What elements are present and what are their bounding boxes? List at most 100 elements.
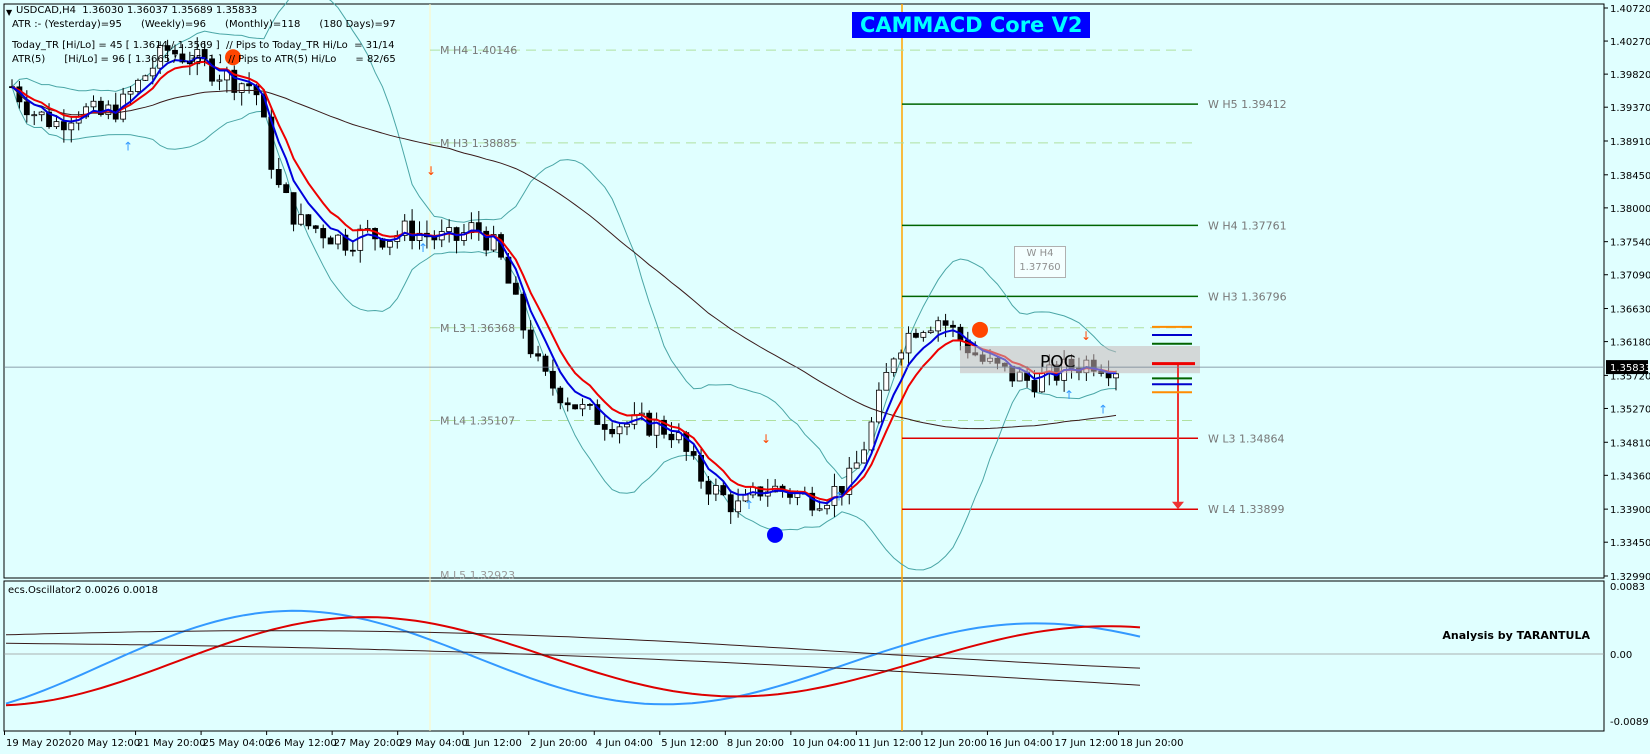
candle-body <box>246 83 253 87</box>
candle-body <box>1113 373 1119 379</box>
time-tick-label: 16 Jun 04:00 <box>989 738 1053 749</box>
candle-body <box>1016 371 1023 382</box>
candle-body <box>712 485 719 495</box>
price-tick-label: 1.37540 <box>1610 238 1650 249</box>
price-tick-label: 1.35270 <box>1610 404 1650 415</box>
time-tick-label: 2 Jun 20:00 <box>530 738 587 749</box>
candle-body <box>557 387 564 404</box>
candle-body <box>875 389 882 423</box>
candle-body <box>283 184 290 194</box>
buy-arrow-icon: ↑ <box>1098 403 1108 417</box>
price-tick-label: 1.34810 <box>1610 438 1650 449</box>
oscillator-label: ecs.Oscillator2 0.0026 0.0018 <box>8 585 158 596</box>
pivot-label: W L4 1.33899 <box>1208 503 1284 516</box>
candle-body <box>913 332 919 338</box>
time-tick-label: 20 May 12:00 <box>72 738 141 749</box>
oscillator-tick-label: 0.00 <box>1610 650 1632 661</box>
candle-body <box>542 355 549 372</box>
oscillator-tick-label: 0.0083 <box>1610 582 1645 593</box>
price-tick-label: 1.37090 <box>1610 271 1650 282</box>
pivot-label: W L3 1.34864 <box>1208 432 1284 445</box>
buy-arrow-icon: ↑ <box>123 140 133 154</box>
current-price-label: 1.35833 <box>1610 363 1650 374</box>
candle-body <box>609 429 616 435</box>
candle-body <box>816 508 823 511</box>
candle-body <box>861 449 867 464</box>
time-tick-label: 4 Jun 04:00 <box>596 738 653 749</box>
candle-body <box>386 241 393 248</box>
candle-body <box>216 79 223 82</box>
symbol-info: USDCAD,H4 1.36030 1.36037 1.35689 1.3583… <box>16 5 258 16</box>
candle-body <box>512 282 519 295</box>
price-tick-label: 1.38450 <box>1610 171 1650 182</box>
time-tick-label: 25 May 04:00 <box>203 738 272 749</box>
candle-body <box>327 237 334 245</box>
price-tick-label: 1.38910 <box>1610 137 1650 148</box>
candle-body <box>920 332 927 338</box>
candle-body <box>38 111 45 116</box>
candle-body <box>446 227 453 232</box>
candle-body <box>616 426 623 435</box>
time-tick-label: 17 Jun 12:00 <box>1054 738 1118 749</box>
pivot-label: M L4 1.35107 <box>440 414 515 427</box>
candle-body <box>883 371 890 391</box>
time-tick-label: 27 May 20:00 <box>334 738 403 749</box>
candle-body <box>90 100 97 108</box>
candle-body <box>942 320 949 326</box>
candle-body <box>335 234 341 245</box>
time-tick-label: 19 May 2020 <box>6 738 71 749</box>
candle-body <box>668 433 675 441</box>
candle-body <box>905 332 912 354</box>
buy-arrow-icon: ↑ <box>418 241 428 255</box>
pivot-label: W H4 1.37761 <box>1208 219 1287 232</box>
candle-body <box>690 451 697 456</box>
candle-body <box>290 192 297 225</box>
chart-canvas[interactable]: M H4 1.40146 M H3 1.38885 M L3 1.36368 M L4… <box>0 0 1650 754</box>
candle-body <box>31 114 38 117</box>
candle-body <box>305 214 312 227</box>
price-tick-label: 1.36180 <box>1610 338 1650 349</box>
candle-body <box>1105 373 1112 379</box>
time-tick-label: 12 Jun 20:00 <box>923 738 987 749</box>
chart-menu-icon[interactable]: ▼ <box>6 8 12 17</box>
candle-body <box>238 83 245 93</box>
candle-body <box>587 404 593 406</box>
price-tick-label: 1.34360 <box>1610 471 1650 482</box>
time-tick-label: 10 Jun 04:00 <box>792 738 856 749</box>
price-tick-label: 1.33900 <box>1610 505 1650 516</box>
candle-body <box>127 91 134 95</box>
candle-body <box>720 485 727 496</box>
candle-body <box>357 228 364 251</box>
candle-body <box>135 79 141 92</box>
candle-body <box>349 249 356 252</box>
pivot-label: M H4 1.40146 <box>440 44 517 57</box>
sell-arrow-icon: ↓ <box>761 432 771 446</box>
price-tick-label: 1.38000 <box>1610 204 1650 215</box>
candle-body <box>935 320 942 332</box>
pivot-label: W H5 1.39412 <box>1208 98 1287 111</box>
price-tick-label: 1.40270 <box>1610 37 1650 48</box>
time-tick-label: 1 Jun 12:00 <box>465 738 522 749</box>
candle-body <box>549 370 556 389</box>
price-tick-label: 1.39370 <box>1610 103 1650 114</box>
candle-body <box>950 324 956 328</box>
time-tick-label: 8 Jun 20:00 <box>727 738 784 749</box>
candle-body <box>23 101 30 116</box>
candle-body <box>898 352 905 360</box>
candle-body <box>890 358 897 373</box>
candle-body <box>298 214 304 225</box>
price-tick-label: 1.39820 <box>1610 70 1650 81</box>
weekly-h4-tag: W H4 1.37760 <box>1014 246 1066 278</box>
atr5-range-info: ATR(5) [Hi/Lo] = 96 [ 1.3665 / 1.3571 ] … <box>12 54 396 65</box>
poc-label: POC <box>1040 352 1076 372</box>
pivot-label: M L5 1.32923 <box>440 569 515 582</box>
tag-line-2: 1.37760 <box>1019 262 1061 273</box>
candle-body <box>527 329 534 355</box>
buy-arrow-icon: ↑ <box>834 489 844 503</box>
time-tick-label: 11 Jun 12:00 <box>858 738 922 749</box>
candle-body <box>312 225 319 229</box>
candle-body <box>705 480 712 495</box>
buy-arrow-icon: ↑ <box>1064 388 1074 402</box>
poc-zone <box>960 346 1200 374</box>
candle-body <box>601 424 608 430</box>
